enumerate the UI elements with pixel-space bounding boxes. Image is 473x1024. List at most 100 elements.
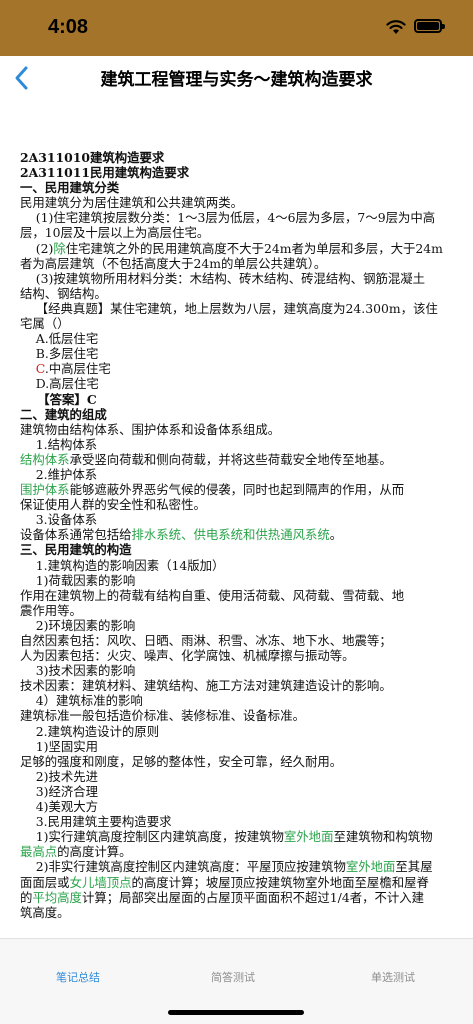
note-line: 人为因素包括：火灾、噪声、化学腐蚀、机械摩擦与振动等。 — [20, 648, 470, 663]
note-line: 结构、钢结构。 — [20, 286, 470, 301]
note-line: 2A311010建筑构造要求 — [20, 150, 470, 165]
note-text: 【答案】C — [20, 391, 97, 407]
note-text: (2) — [20, 240, 54, 256]
note-text: 设备体系通常包括给 — [20, 527, 132, 543]
nav-bar: 建筑工程管理与实务～建筑构造要求 — [0, 56, 473, 100]
note-line: 围护体系能够遮蔽外界恶劣气候的侵袭，同时也起到隔声的作用，从而 — [20, 482, 470, 497]
note-text: 自然因素包括：风吹、日晒、雨淋、积雪、冰冻、地下水、地震等； — [20, 633, 392, 648]
note-line: 三、民用建筑的构造 — [20, 542, 470, 557]
battery-icon — [414, 19, 445, 33]
note-line: 3)经济合理 — [20, 784, 470, 799]
note-text: 3)经济合理 — [20, 783, 99, 799]
note-line: 2)非实行建筑高度控制区内建筑高度：平屋顶应按建筑物室外地面至其屋 — [20, 859, 470, 874]
note-line: 结构体系承受竖向荷载和侧向荷载，并将这些荷载安全地传至地基。 — [20, 452, 470, 467]
notes-content: 2A311010建筑构造要求 2A311011民用建筑构造要求 一、民用建筑分类 民用… — [20, 150, 470, 920]
note-line: 【答案】C — [20, 392, 470, 407]
note-text: 2.建筑构造设计的原则 — [20, 723, 160, 739]
note-line: 3)技术因素的影响 — [20, 663, 470, 678]
note-text: 三、民用建筑的构造 — [20, 542, 132, 558]
note-line: 层，10层及十层以上为高层住宅。 — [20, 225, 470, 240]
note-line: 1.结构体系 — [20, 437, 470, 452]
chevron-left-icon[interactable] — [12, 64, 32, 92]
note-text: 层，10层及十层以上为高层住宅。 — [20, 225, 210, 241]
highlight-text: 排水系统、供电系统和供热通风系统 — [131, 527, 330, 543]
status-bar: 4:08 — [0, 0, 473, 56]
note-text: 2)非实行建筑高度控制区内建筑高度：平屋顶应按建筑物 — [20, 859, 346, 875]
tab-notes-summary[interactable]: 笔记总结 — [56, 969, 100, 985]
note-text: 至建筑物和构筑物 — [333, 829, 433, 845]
note-text: 至其屋 — [395, 859, 433, 875]
note-text: 4）建筑标准的影响 — [20, 693, 143, 709]
note-text: 民用建筑分为居住建筑和公共建筑两类。 — [20, 195, 244, 211]
note-line: 足够的强度和刚度，足够的整体性，安全可靠，经久耐用。 — [20, 754, 470, 769]
note-text: 保证使用人群的安全性和私密性。 — [20, 497, 206, 513]
note-text: 面面层或 — [20, 874, 70, 890]
note-text: 1.结构体系 — [20, 436, 98, 452]
note-line: 2)技术先进 — [20, 769, 470, 784]
note-line: 3.民用建筑主要构造要求 — [20, 814, 470, 829]
note-line: 2.建筑构造设计的原则 — [20, 724, 470, 739]
note-text: D.高层住宅 — [20, 376, 99, 392]
note-line: 作用在建筑物上的荷载有结构自重、使用活荷载、风荷载、雪荷载、地 — [20, 588, 470, 603]
note-line: 设备体系通常包括给排水系统、供电系统和供热通风系统。 — [20, 527, 470, 542]
note-line: 建筑标准一般包括造价标准、装修标准、设备标准。 — [20, 708, 470, 723]
note-line: 者为高层建筑（不包括高度大于24m的单层公共建筑）。 — [20, 256, 470, 271]
note-line: 民用建筑分为居住建筑和公共建筑两类。 — [20, 195, 470, 210]
note-text: 1.建筑构造的影响因素（14版加） — [20, 557, 225, 573]
note-text: (1)住宅建筑按层数分类：1～3层为低层，4～6层为多层，7～9层为中高 — [20, 210, 436, 226]
page-title: 建筑工程管理与实务～建筑构造要求 — [100, 70, 373, 90]
home-indicator — [168, 1010, 304, 1015]
note-text: 者为高层建筑（不包括高度大于24m的单层公共建筑）。 — [20, 255, 327, 271]
note-text: 二、建筑的组成 — [20, 406, 107, 422]
note-text: 2A311010建筑构造要求 — [20, 150, 165, 165]
note-text: 建筑物由结构体系、围护体系和设备体系组成。 — [20, 421, 281, 437]
note-line: 【经典真题】某住宅建筑，地上层数为八层，建筑高度为24.300m，该住 — [20, 301, 470, 316]
tab-short-answer-test[interactable]: 简答测试 — [211, 969, 255, 985]
note-text: (3)按建筑物所用材料分类：木结构、砖木结构、砖混结构、钢筋混凝土 — [20, 270, 426, 286]
note-line: 二、建筑的组成 — [20, 407, 470, 422]
note-line: D.高层住宅 — [20, 376, 470, 391]
note-text: 3.民用建筑主要构造要求 — [20, 814, 172, 830]
note-line: 2A311011民用建筑构造要求 — [20, 165, 470, 180]
note-text: 1)实行建筑高度控制区内建筑高度，按建筑物 — [20, 829, 284, 845]
note-text: 能够遮蔽外界恶劣气候的侵袭，同时也起到隔声的作用，从而 — [69, 482, 405, 498]
highlight-text: 除 — [53, 240, 66, 256]
highlight-text: 室外地面 — [345, 859, 396, 875]
note-text: 的高度计算；坡屋顶应按建筑物室外地面至屋檐和屋脊 — [131, 874, 429, 890]
note-line: 1)实行建筑高度控制区内建筑高度，按建筑物室外地面至建筑物和构筑物 — [20, 829, 470, 844]
note-text: 结构、钢结构。 — [20, 285, 107, 301]
note-text: 宅属（） — [20, 316, 70, 332]
marked-text: C — [35, 361, 45, 377]
highlight-text: 围护体系 — [20, 482, 70, 498]
note-text: 2)环境因素的影响 — [20, 617, 136, 633]
highlight-text: 室外地面 — [283, 829, 334, 845]
note-text: 筑高度。 — [20, 904, 70, 920]
note-line: C.中高层住宅 — [20, 361, 470, 376]
note-text: 的 — [20, 889, 33, 905]
note-text: 2)技术先进 — [20, 768, 99, 784]
note-line: (3)按建筑物所用材料分类：木结构、砖木结构、砖混结构、钢筋混凝土 — [20, 271, 470, 286]
note-text: 1)荷载因素的影响 — [20, 572, 136, 588]
note-text: .中高层住宅 — [44, 361, 111, 377]
note-text: 作用在建筑物上的荷载有结构自重、使用活荷载、风荷载、雪荷载、地 — [20, 587, 405, 603]
note-line: 震作用等。 — [20, 603, 470, 618]
highlight-text: 女儿墙顶点 — [69, 874, 132, 890]
note-line: 4）建筑标准的影响 — [20, 693, 470, 708]
note-text: 足够的强度和刚度，足够的整体性，安全可靠，经久耐用。 — [20, 753, 343, 769]
tab-single-choice-test[interactable]: 单选测试 — [371, 969, 415, 985]
highlight-text: 结构体系 — [20, 451, 70, 467]
note-line: 技术因素：建筑材料、建筑结构、施工方法对建筑建造设计的影响。 — [20, 678, 470, 693]
note-text: 的高度计算。 — [57, 844, 132, 860]
highlight-text: 最高点 — [20, 844, 58, 860]
note-line: 最高点的高度计算。 — [20, 844, 470, 859]
note-line: B.多层住宅 — [20, 346, 470, 361]
note-text: 住宅建筑之外的民用建筑高度不大于24m者为单层和多层，大于24m — [65, 240, 443, 256]
note-line: 的平均高度计算；局部突出屋面的占屋顶平面面积不超过1/4者，不计入建 — [20, 890, 470, 905]
note-line: 1.建筑构造的影响因素（14版加） — [20, 558, 470, 573]
note-line: 2.维护体系 — [20, 467, 470, 482]
note-text: 3.设备体系 — [20, 512, 98, 528]
note-text: 人为因素包括：火灾、噪声、化学腐蚀、机械摩擦与振动等。 — [20, 648, 355, 664]
note-line: (2)除住宅建筑之外的民用建筑高度不大于24m者为单层和多层，大于24m — [20, 241, 470, 256]
note-text: 技术因素：建筑材料、建筑结构、施工方法对建筑建造设计的影响。 — [20, 678, 392, 694]
note-text: 1)坚固实用 — [20, 738, 99, 754]
